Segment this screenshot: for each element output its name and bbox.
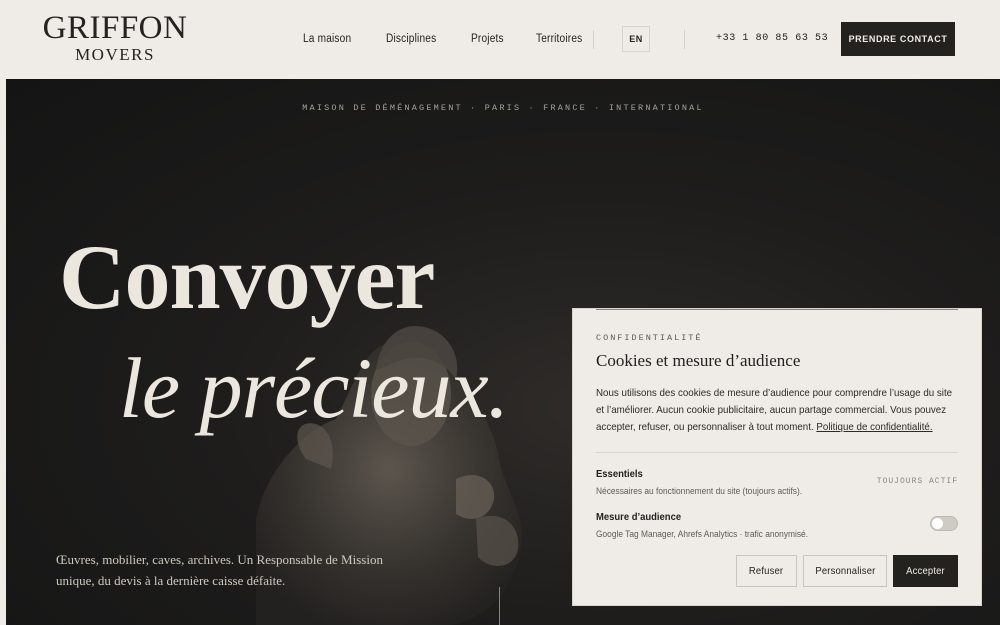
cookie-divider	[596, 452, 958, 453]
privacy-policy-link[interactable]: Politique de confidentialité.	[816, 421, 932, 433]
audience-description: Google Tag Manager, Ahrefs Analytics · t…	[596, 529, 808, 539]
customize-button[interactable]: Personnaliser	[803, 555, 887, 587]
nav-la-maison[interactable]: La maison	[303, 33, 351, 45]
hero-title-line-1: Convoyer	[59, 226, 435, 328]
cookie-consent-panel: CONFIDENTIALITÉ Cookies et mesure d’audi…	[573, 309, 981, 605]
scroll-indicator	[499, 587, 500, 625]
panel-top-rule	[596, 309, 958, 310]
nav-territoires[interactable]: Territoires	[536, 33, 582, 45]
essentials-title: Essentiels	[596, 468, 643, 480]
logo-subtitle: MOVERS	[75, 45, 155, 64]
customize-label: Personnaliser	[814, 565, 876, 577]
essentials-description: Nécessaires au fonctionnement du site (t…	[596, 486, 803, 496]
main-nav: La maison Disciplines Projets Territoire…	[303, 33, 617, 45]
refuse-button[interactable]: Refuser	[736, 555, 797, 587]
accept-button[interactable]: Accepter	[893, 555, 958, 587]
audience-title: Mesure d’audience	[596, 511, 682, 523]
contact-button[interactable]: PRENDRE CONTACT	[841, 22, 955, 56]
always-active-label: TOUJOURS ACTIF	[876, 477, 958, 486]
cookie-description: Nous utilisons des cookies de mesure d’a…	[596, 385, 958, 436]
audience-toggle[interactable]	[930, 516, 958, 531]
logo[interactable]: GRIFFON MOVERS	[40, 10, 190, 64]
toggle-knob	[932, 518, 943, 529]
phone-link[interactable]: +33 1 80 85 63 53	[716, 33, 828, 44]
nav-projets[interactable]: Projets	[471, 33, 504, 45]
hero-lede: Œuvres, mobilier, caves, archives. Un Re…	[56, 552, 383, 588]
accept-label: Accepter	[906, 565, 945, 577]
logo-wordmark: GRIFFON	[42, 10, 188, 46]
nav-divider	[684, 30, 685, 49]
nav-disciplines[interactable]: Disciplines	[386, 33, 436, 45]
nav-divider	[593, 30, 594, 49]
cookie-kicker: CONFIDENTIALITÉ	[596, 333, 703, 343]
site-header: GRIFFON MOVERS La maison Disciplines Pro…	[0, 0, 1000, 79]
cookie-title: Cookies et mesure d’audience	[596, 351, 801, 370]
refuse-label: Refuser	[749, 565, 784, 577]
hero-title-line-2: le précieux.	[119, 340, 509, 436]
hero-kicker: MAISON DE DÉMÉNAGEMENT · PARIS · FRANCE …	[302, 103, 704, 113]
language-switch[interactable]: EN	[622, 26, 650, 52]
